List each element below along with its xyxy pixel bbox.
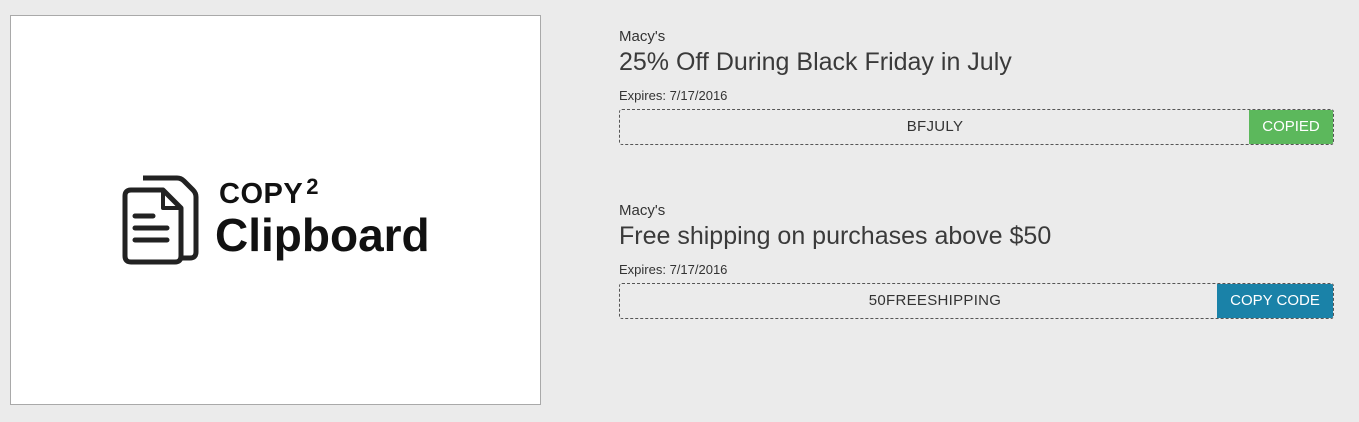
store-name[interactable]: Macy's [619, 28, 1335, 46]
logo-superscript: 2 [306, 174, 319, 199]
expiration-date: Expires: 7/17/2016 [619, 262, 728, 277]
page: COPY 2 Clipboard Macy's 25% Off During Bl… [0, 0, 1359, 422]
copy-code-button[interactable]: COPY CODE [1217, 284, 1333, 318]
copy2clipboard-logo: COPY 2 Clipboard [119, 166, 439, 276]
logo-preview-panel: COPY 2 Clipboard [10, 15, 541, 405]
logo-clipboard-text: Clipboard [215, 209, 430, 261]
coupon-code-box[interactable]: 50FREESHIPPING COPY CODE [619, 283, 1334, 319]
logo-copy-word: COPY [219, 178, 304, 210]
deal-card: Macy's 25% Off During Black Friday in Ju… [619, 28, 1335, 145]
deal-title[interactable]: Free shipping on purchases above $50 [619, 220, 1335, 252]
logo-copy-text: COPY 2 [219, 176, 319, 210]
deal-title[interactable]: 25% Off During Black Friday in July [619, 46, 1335, 78]
coupon-code-box[interactable]: BFJULY COPIED [619, 109, 1334, 145]
expiration-date: Expires: 7/17/2016 [619, 88, 728, 103]
coupon-code[interactable]: 50FREESHIPPING [620, 284, 1250, 318]
copied-button[interactable]: COPIED [1249, 110, 1333, 144]
store-name[interactable]: Macy's [619, 202, 1335, 220]
coupon-code[interactable]: BFJULY [620, 110, 1250, 144]
deal-card: Macy's Free shipping on purchases above … [619, 202, 1335, 319]
clipboard-documents-icon [122, 175, 199, 265]
